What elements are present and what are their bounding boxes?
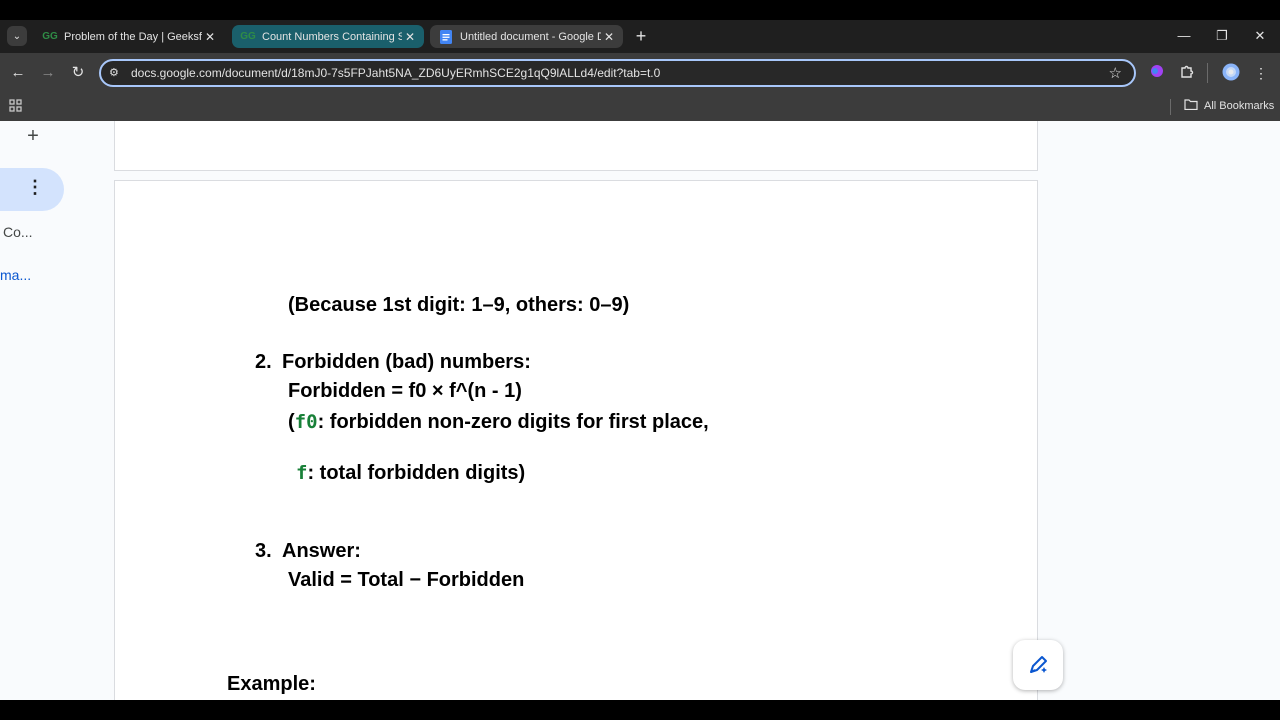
bookmarks-bar: All Bookmarks	[0, 93, 1280, 121]
address-bar[interactable]: ⚙ docs.google.com/document/d/18mJ0-7s5FP…	[99, 59, 1136, 87]
f0-open-paren: (	[288, 411, 295, 433]
document-page[interactable]: (Because 1st digit: 1–9, others: 0–9) 2.…	[114, 180, 1038, 700]
new-tab-plus-icon[interactable]: +	[632, 26, 650, 46]
more-vert-icon: ⋮	[26, 177, 44, 197]
tab-title: Problem of the Day | GeeksforG	[64, 30, 202, 43]
pencil-sparkle-icon	[1030, 656, 1047, 673]
docs-icon	[438, 29, 454, 44]
extensions-puzzle-icon[interactable]	[1177, 63, 1197, 83]
valid-formula: Valid = Total − Forbidden	[288, 569, 525, 591]
forbidden-formula: Forbidden = f0 × f^(n - 1)	[288, 380, 522, 402]
forward-arrow-icon[interactable]: →	[38, 63, 58, 83]
extension-icon[interactable]	[1147, 63, 1167, 83]
tab-title: Untitled document - Google Do	[460, 30, 601, 43]
profile-avatar[interactable]	[1221, 63, 1241, 83]
example-heading: Example:	[227, 673, 316, 695]
minimize-icon[interactable]: —	[1172, 26, 1196, 46]
tab-count-numbers[interactable]: GG Count Numbers Containing Spe ✕	[232, 25, 424, 48]
toolbar-divider	[1207, 63, 1208, 83]
all-bookmarks-button[interactable]: All Bookmarks	[1184, 99, 1274, 113]
site-info-icon[interactable]: ⚙	[109, 66, 123, 80]
tab-title: Count Numbers Containing Spe	[262, 30, 402, 43]
all-bookmarks-label: All Bookmarks	[1204, 100, 1275, 112]
f0-line: (f0: forbidden non-zero digits for first…	[288, 411, 709, 434]
because-line: (Because 1st digit: 1–9, others: 0–9)	[288, 294, 630, 316]
document-page-previous[interactable]	[114, 121, 1038, 171]
tab-strip: ⌄ GG Problem of the Day | GeeksforG ✕ GG…	[0, 20, 1280, 53]
folder-icon	[1184, 99, 1198, 113]
tab-untitled-document[interactable]: Untitled document - Google Do ✕	[430, 25, 623, 48]
f-description: : total forbidden digits)	[307, 462, 526, 484]
list-number-3: 3.	[255, 540, 272, 562]
gfg-icon: GG	[42, 31, 58, 42]
add-tab-plus-icon[interactable]: +	[24, 125, 42, 147]
list-number-2: 2.	[255, 351, 272, 373]
gfg-icon: GG	[240, 31, 256, 42]
browser-toolbar: ← → ↻ ⚙ docs.google.com/document/d/18mJ0…	[0, 53, 1280, 93]
tab-close-icon[interactable]: ✕	[402, 30, 418, 44]
f-line: f: total forbidden digits)	[296, 462, 525, 485]
tab-problem-of-the-day[interactable]: GG Problem of the Day | GeeksforG ✕	[34, 25, 224, 48]
apps-grid-icon[interactable]	[9, 99, 23, 113]
tab-close-icon[interactable]: ✕	[601, 30, 617, 44]
browser-window: ⌄ GG Problem of the Day | GeeksforG ✕ GG…	[0, 20, 1280, 700]
outline-item[interactable]: ma...	[0, 267, 31, 283]
screen: ⌄ GG Problem of the Day | GeeksforG ✕ GG…	[0, 0, 1280, 720]
docs-editor-area: + ⋮ Co... ma... (Because 1st digit: 1–9,…	[0, 121, 1280, 700]
outline-item[interactable]: Co...	[3, 224, 33, 240]
f0-description: : forbidden non-zero digits for first pl…	[317, 411, 709, 433]
f0-code: f0	[294, 411, 318, 433]
reload-icon[interactable]: ↻	[68, 63, 88, 83]
answer-heading: Answer:	[282, 540, 361, 562]
back-arrow-icon[interactable]: ←	[8, 63, 28, 83]
f-code: f	[296, 462, 308, 484]
tab-close-icon[interactable]: ✕	[202, 30, 218, 44]
address-url[interactable]: docs.google.com/document/d/18mJ0-7s5FPJa…	[131, 66, 660, 80]
bookmarks-divider	[1170, 99, 1171, 115]
tab-search-chevron-icon[interactable]: ⌄	[7, 26, 27, 46]
outline-more-button[interactable]: ⋮	[0, 168, 64, 211]
window-close-icon[interactable]: ✕	[1248, 26, 1272, 46]
edit-pencil-button[interactable]	[1013, 640, 1063, 690]
restore-icon[interactable]: ❐	[1210, 26, 1234, 46]
bookmark-star-icon[interactable]: ☆	[1109, 64, 1122, 82]
forbidden-heading: Forbidden (bad) numbers:	[282, 351, 531, 373]
browser-menu-icon[interactable]: ⋮	[1251, 63, 1271, 83]
